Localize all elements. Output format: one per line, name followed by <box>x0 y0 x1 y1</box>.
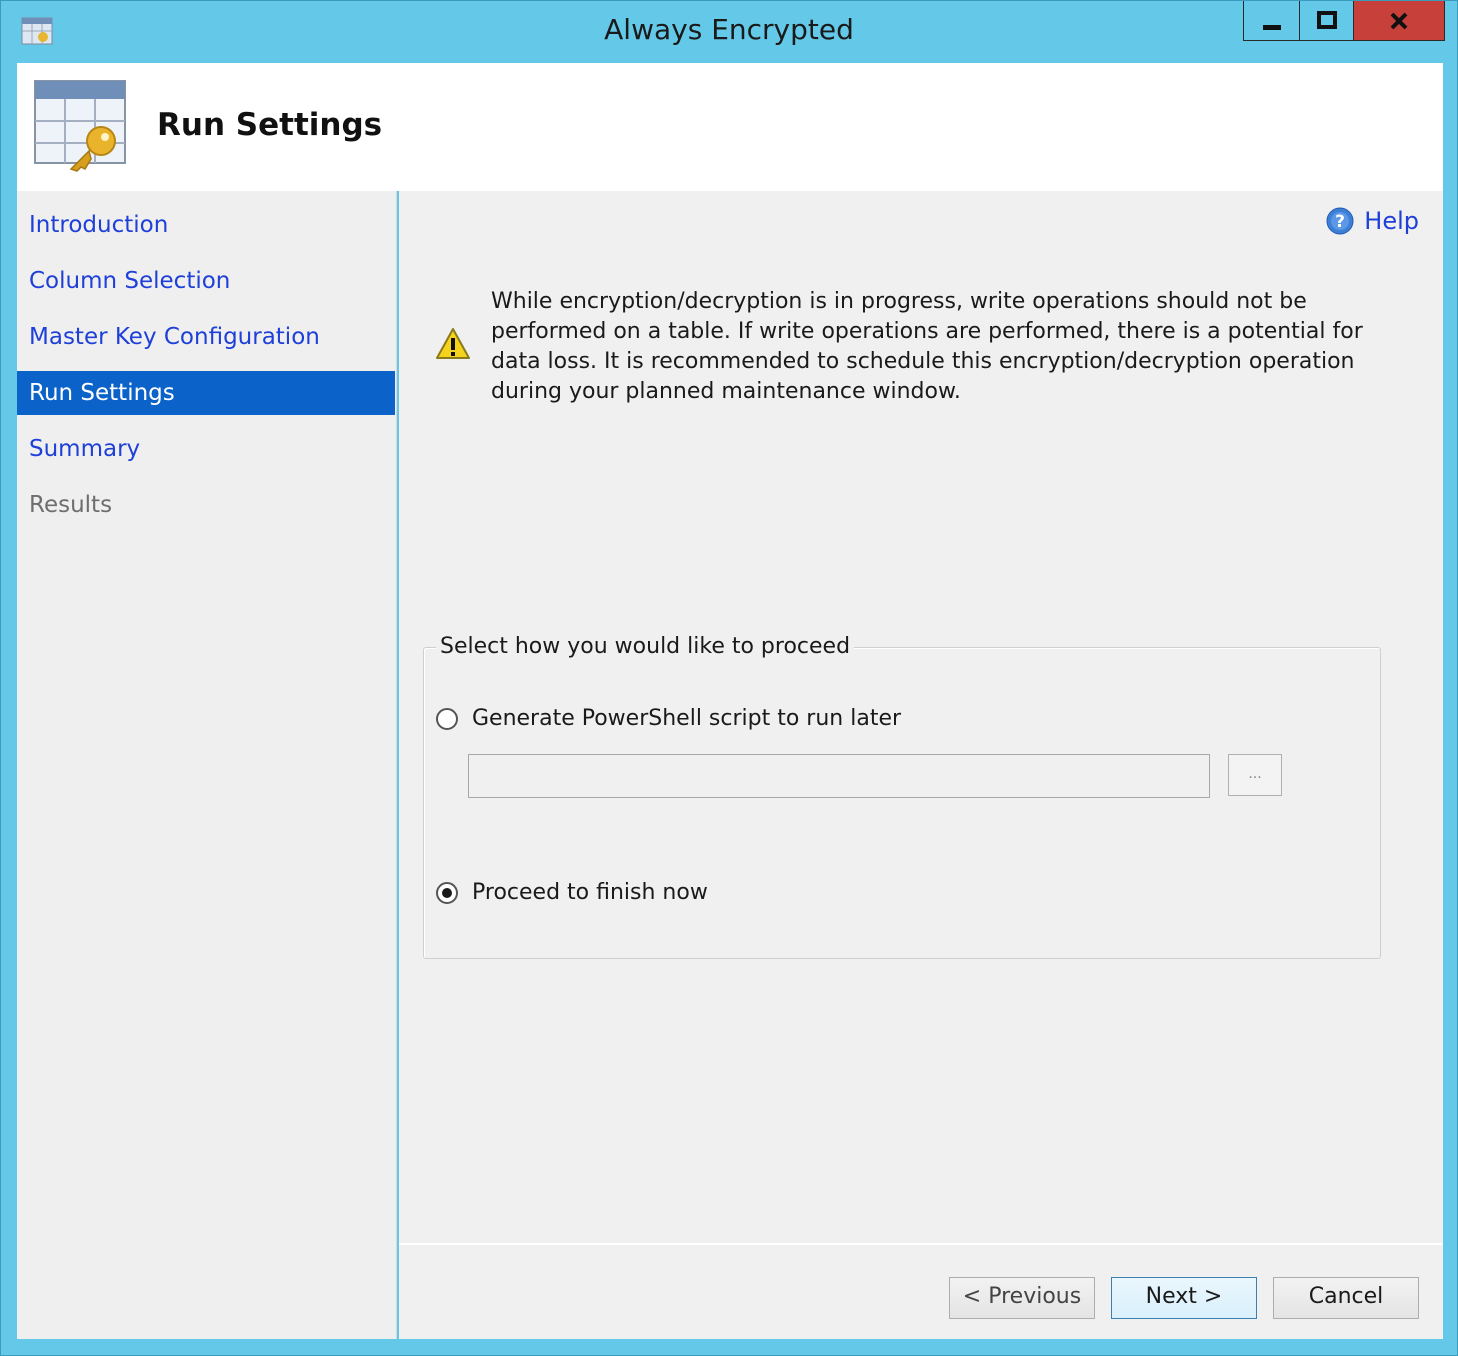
sidebar-item-run-settings[interactable]: Run Settings <box>17 371 395 415</box>
warning-message: While encryption/decryption is in progre… <box>491 289 1363 404</box>
help-label: Help <box>1364 207 1419 235</box>
help-icon: ? <box>1326 207 1354 235</box>
title-bar[interactable]: Always Encrypted <box>1 1 1457 63</box>
window-title: Always Encrypted <box>604 13 854 46</box>
wizard-sidebar: Introduction Column Selection Master Key… <box>17 191 397 1339</box>
close-button[interactable] <box>1353 1 1445 41</box>
sidebar-item-introduction[interactable]: Introduction <box>17 203 395 247</box>
wizard-footer: < Previous Next > Cancel <box>399 1243 1443 1339</box>
browse-button[interactable]: ... <box>1228 754 1282 796</box>
table-key-icon <box>34 80 126 172</box>
minimize-icon <box>1262 24 1281 30</box>
svg-text:?: ? <box>1335 212 1345 232</box>
close-icon <box>1390 12 1408 29</box>
script-path-input[interactable] <box>468 754 1210 798</box>
generate-script-label: Generate PowerShell script to run later <box>472 706 902 731</box>
previous-button[interactable]: < Previous <box>949 1277 1095 1319</box>
sidebar-item-results: Results <box>29 492 113 518</box>
page-title: Run Settings <box>157 107 383 143</box>
proceed-now-radio[interactable] <box>436 881 458 904</box>
next-button[interactable]: Next > <box>1111 1277 1257 1319</box>
option-proceed-now[interactable]: Proceed to finish now <box>436 880 708 905</box>
maximize-button[interactable] <box>1299 1 1353 41</box>
wizard-header: Run Settings <box>17 63 1443 191</box>
minimize-button[interactable] <box>1243 1 1299 41</box>
help-link[interactable]: ? Help <box>1326 207 1419 235</box>
group-legend: Select how you would like to proceed <box>436 634 855 659</box>
sidebar-item-column-selection[interactable]: Column Selection <box>17 259 395 303</box>
option-generate-script[interactable]: Generate PowerShell script to run later <box>436 706 901 731</box>
proceed-now-label: Proceed to finish now <box>472 880 708 905</box>
proceed-options-group: Select how you would like to proceed Gen… <box>423 634 1381 959</box>
sidebar-item-master-key-configuration[interactable]: Master Key Configuration <box>17 315 395 359</box>
sidebar-item-summary[interactable]: Summary <box>17 427 395 471</box>
wizard-window: Always Encrypted Run Settings Introducti… <box>0 0 1458 1356</box>
window-controls <box>1243 1 1445 43</box>
run-settings-panel: ? Help While encryption/decryption is in… <box>399 191 1443 1243</box>
maximize-icon <box>1316 10 1337 29</box>
cancel-button[interactable]: Cancel <box>1273 1277 1419 1319</box>
warning-icon <box>436 328 470 359</box>
generate-script-radio[interactable] <box>436 707 458 730</box>
